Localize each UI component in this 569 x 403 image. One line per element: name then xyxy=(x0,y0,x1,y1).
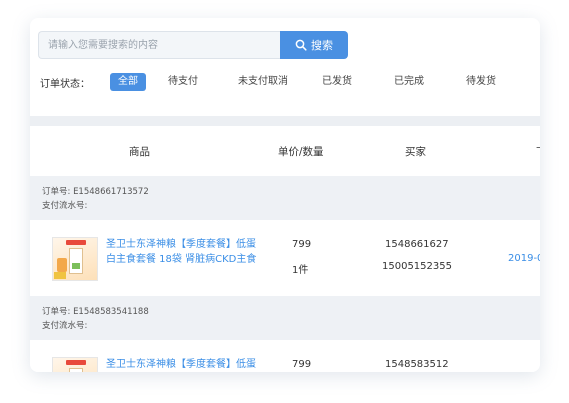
quantity: 1件 xyxy=(292,265,309,276)
order-number: 订单号: E1548661713572 xyxy=(42,187,149,197)
buyer-id: 1548661627 xyxy=(385,239,449,250)
section-divider xyxy=(30,116,540,126)
product-thumbnail[interactable] xyxy=(52,357,98,372)
order-number: 订单号: E1548583541188 xyxy=(42,307,149,317)
search-icon xyxy=(295,39,307,51)
order-panel: 搜索 订单状态： 全部 待支付 未支付取消 已发货 已完成 待发货 商品 单价/… xyxy=(30,18,540,372)
header-extra: 下 xyxy=(536,144,540,159)
payment-number: 支付流水号: xyxy=(42,321,88,331)
order-row: 圣卫士东泽神粮【季度套餐】低蛋白主食套餐 18袋 肾脏病CKD主食 799 1件… xyxy=(30,220,540,296)
product-name-link[interactable]: 圣卫士东泽神粮【季度套餐】低蛋白主食套餐 18袋 肾脏病CKD主食 xyxy=(106,237,264,267)
search-button-label: 搜索 xyxy=(311,39,333,52)
filter-tab-pending-payment[interactable]: 待支付 xyxy=(160,73,206,91)
filter-tab-completed[interactable]: 已完成 xyxy=(386,73,432,91)
filter-tab-shipped[interactable]: 已发货 xyxy=(314,73,360,91)
unit-price: 799 xyxy=(292,239,312,250)
filter-tab-unpaid-cancelled[interactable]: 未支付取消 xyxy=(230,73,296,91)
product-name-link[interactable]: 圣卫士东泽神粮【季度套餐】低蛋 xyxy=(106,357,264,372)
order-date-link[interactable]: 2019-0 xyxy=(508,253,540,264)
payment-number: 支付流水号: xyxy=(42,201,88,211)
header-product: 商品 xyxy=(129,146,150,158)
buyer-phone: 15005152355 xyxy=(382,261,452,272)
header-buyer: 买家 xyxy=(405,146,426,158)
filter-label: 订单状态： xyxy=(40,78,90,90)
filter-tab-to-ship[interactable]: 待发货 xyxy=(458,73,504,91)
order-row: 圣卫士东泽神粮【季度套餐】低蛋 799 1548583512 xyxy=(30,340,540,372)
unit-price: 799 xyxy=(292,359,312,370)
header-price-qty: 单价/数量 xyxy=(278,146,324,158)
table-header: 商品 单价/数量 买家 下 xyxy=(30,126,540,176)
product-thumbnail[interactable] xyxy=(52,237,98,281)
search-input[interactable] xyxy=(38,31,280,59)
order-header: 订单号: E1548661713572 支付流水号: xyxy=(30,176,540,220)
filter-tab-all[interactable]: 全部 xyxy=(110,73,146,91)
buyer-id: 1548583512 xyxy=(385,359,449,370)
search-button[interactable]: 搜索 xyxy=(280,31,348,59)
order-header: 订单号: E1548583541188 支付流水号: xyxy=(30,296,540,340)
order-status-filter: 订单状态： 全部 待支付 未支付取消 已发货 已完成 待发货 xyxy=(40,73,514,91)
